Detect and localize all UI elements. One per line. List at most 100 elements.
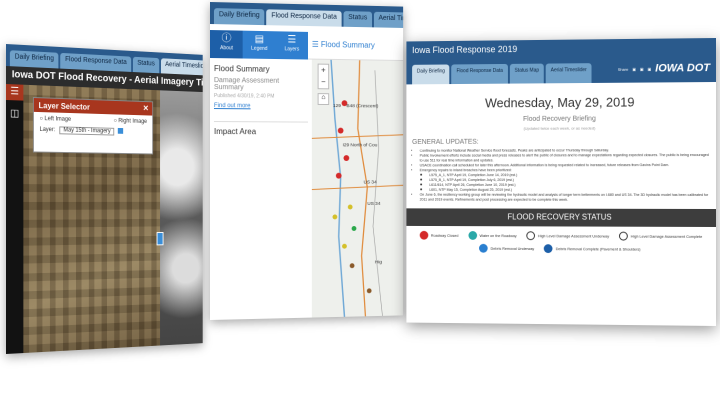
truck-icon bbox=[479, 244, 488, 253]
info-icon: ⓘ bbox=[210, 33, 243, 46]
swipe-icon[interactable]: ◫ bbox=[6, 108, 23, 119]
facebook-icon[interactable]: ▣ bbox=[632, 66, 636, 71]
tab-status-map[interactable]: Status Map bbox=[510, 64, 544, 84]
find-out-more-link[interactable]: Find out more bbox=[214, 103, 308, 110]
water-icon bbox=[468, 231, 477, 240]
menu-icon[interactable]: ☰ bbox=[312, 40, 319, 49]
daily-briefing-app: Iowa Flood Response 2019 Daily Briefing … bbox=[406, 38, 716, 326]
panel-subtitle: Damage Assessment Summary bbox=[214, 77, 308, 92]
tab-aerial-timeslider[interactable]: Aerial Timeslider bbox=[546, 63, 592, 83]
swipe-handle[interactable] bbox=[157, 232, 164, 245]
home-icon[interactable]: ⌂ bbox=[318, 93, 330, 105]
magnifier-check-icon bbox=[619, 232, 628, 241]
nav-layers-label: Layers bbox=[285, 46, 300, 52]
general-updates-heading: GENERAL UPDATES: bbox=[412, 138, 716, 146]
tab-daily-briefing[interactable]: Daily Briefing bbox=[214, 8, 265, 25]
sidebar: ☰ ◫ bbox=[6, 84, 23, 354]
layer-select[interactable]: May 15th - Imagery bbox=[60, 126, 115, 135]
legend-item: Debris Removal Underway bbox=[479, 244, 534, 253]
close-icon[interactable]: ✕ bbox=[143, 104, 149, 113]
map-label: B48 (Crescent) bbox=[346, 103, 378, 109]
highway-line bbox=[312, 185, 403, 189]
flood-summary-app: Daily Briefing Flood Response Data Statu… bbox=[210, 2, 403, 320]
magnifier-icon bbox=[526, 231, 535, 240]
truck-check-icon bbox=[544, 244, 553, 253]
legend-item: High Level Damage Assessment Underway bbox=[526, 231, 609, 240]
flood-recovery-status-heading: FLOOD RECOVERY STATUS bbox=[406, 208, 716, 227]
brand-area: Share ▣ ▣ ▣ IOWA DOT bbox=[618, 62, 710, 75]
zoom-in-button[interactable]: + bbox=[319, 65, 329, 77]
list-item: On June 6, the resiliency working group … bbox=[420, 193, 710, 203]
tab-bar: Daily Briefing Flood Response Data Statu… bbox=[210, 2, 403, 28]
share-label: Share bbox=[618, 66, 629, 71]
left-image-option[interactable]: ○ Left Image bbox=[40, 116, 72, 123]
legend-label: High Level Damage Assessment Complete bbox=[631, 234, 702, 238]
status-marker[interactable] bbox=[342, 244, 347, 249]
status-marker[interactable] bbox=[350, 263, 355, 268]
status-marker[interactable] bbox=[367, 288, 372, 293]
zoom-control: + − bbox=[318, 64, 330, 90]
left-image-label: Left Image bbox=[45, 116, 72, 123]
tab-daily-briefing[interactable]: Daily Briefing bbox=[10, 50, 59, 68]
tab-flood-response-data[interactable]: Flood Response Data bbox=[452, 64, 508, 84]
map-label: US 34 bbox=[367, 201, 380, 207]
roadway-closed-marker[interactable] bbox=[336, 173, 342, 179]
status-marker[interactable] bbox=[333, 214, 338, 219]
tab-flood-response-data[interactable]: Flood Response Data bbox=[266, 9, 341, 26]
legend-label: Debris Removal Complete (Pavement & Shou… bbox=[556, 247, 641, 251]
legend-icon: ▤ bbox=[243, 34, 276, 47]
legend-label: Debris Removal Underway bbox=[491, 246, 535, 250]
nav-about[interactable]: ⓘ About bbox=[210, 30, 243, 59]
iowa-dot-logo: IOWA DOT bbox=[655, 62, 710, 74]
aerial-image-right bbox=[160, 90, 203, 345]
roadway-closed-marker[interactable] bbox=[338, 128, 344, 134]
layers-icon: ☰ bbox=[276, 34, 308, 46]
legend-item: Roadway Closed bbox=[420, 231, 459, 240]
tab-status[interactable]: Status bbox=[133, 57, 159, 74]
right-image-label: Right Image bbox=[118, 118, 147, 125]
map-label: US 34 bbox=[364, 180, 377, 186]
dialog-title: Layer Selector bbox=[39, 101, 90, 112]
status-marker[interactable] bbox=[348, 205, 353, 210]
map-label: 129 bbox=[333, 103, 341, 109]
apply-layer-button[interactable] bbox=[118, 128, 123, 134]
tab-flood-response-data[interactable]: Flood Response Data bbox=[60, 53, 131, 72]
panel-title: Flood Summary bbox=[214, 64, 308, 74]
layers-icon[interactable]: ☰ bbox=[6, 84, 23, 101]
zoom-out-button[interactable]: − bbox=[319, 76, 329, 88]
legend-label: Water on the Roadway bbox=[480, 234, 517, 238]
legend-item: Water on the Roadway bbox=[468, 231, 517, 240]
tab-aerial-timeslider[interactable]: Aerial Timeslider bbox=[374, 12, 403, 29]
twitter-icon[interactable]: ▣ bbox=[640, 66, 644, 71]
aerial-timeslider-app: Daily Briefing Flood Response Data Statu… bbox=[6, 44, 203, 354]
collage-stage: Daily Briefing Flood Response Data Statu… bbox=[0, 0, 720, 402]
impact-area-heading: Impact Area bbox=[214, 127, 308, 136]
nav-layers[interactable]: ☰ Layers bbox=[276, 31, 308, 59]
list-item: Public Involvement efforts include socia… bbox=[420, 153, 710, 163]
info-panel: Flood Summary Damage Assessment Summary … bbox=[210, 58, 312, 320]
update-note: (Updated twice each week, or as needed) bbox=[406, 125, 716, 131]
layer-selector-dialog: Layer Selector ✕ ○ Left Image ○ Right Im… bbox=[33, 97, 153, 154]
updates-list: Continuing to monitor National Weather S… bbox=[420, 148, 710, 203]
link-icon[interactable]: ▣ bbox=[648, 66, 652, 71]
map-header: ☰ Flood Summary bbox=[308, 32, 403, 61]
tab-aerial-timeslider[interactable]: Aerial Timeslider bbox=[161, 58, 203, 76]
map-label: Hig bbox=[375, 259, 382, 265]
published-date: Published 4/30/19, 2:40 PM bbox=[214, 93, 308, 100]
nav-legend-label: Legend bbox=[251, 46, 267, 52]
right-image-option[interactable]: ○ Right Image bbox=[114, 118, 147, 125]
tab-daily-briefing[interactable]: Daily Briefing bbox=[412, 64, 450, 84]
briefing-date: Wednesday, May 29, 2019 bbox=[406, 94, 716, 111]
roadway-closed-marker[interactable] bbox=[344, 155, 350, 161]
status-marker[interactable] bbox=[352, 226, 357, 231]
map-view[interactable]: 129 B48 (Crescent) I29 North of Cou US 3… bbox=[312, 60, 403, 318]
nav-about-label: About bbox=[220, 45, 233, 51]
briefing-subtitle: Flood Recovery Briefing bbox=[406, 115, 716, 123]
map-title: Flood Summary bbox=[321, 40, 375, 50]
nav-legend[interactable]: ▤ Legend bbox=[243, 31, 276, 59]
no-entry-icon bbox=[420, 231, 429, 240]
nav-bar: Daily Briefing Flood Response Data Statu… bbox=[406, 58, 716, 84]
legend-label: High Level Damage Assessment Underway bbox=[538, 234, 609, 238]
legend-label: Roadway Closed bbox=[431, 233, 458, 237]
tab-status[interactable]: Status bbox=[343, 11, 371, 27]
